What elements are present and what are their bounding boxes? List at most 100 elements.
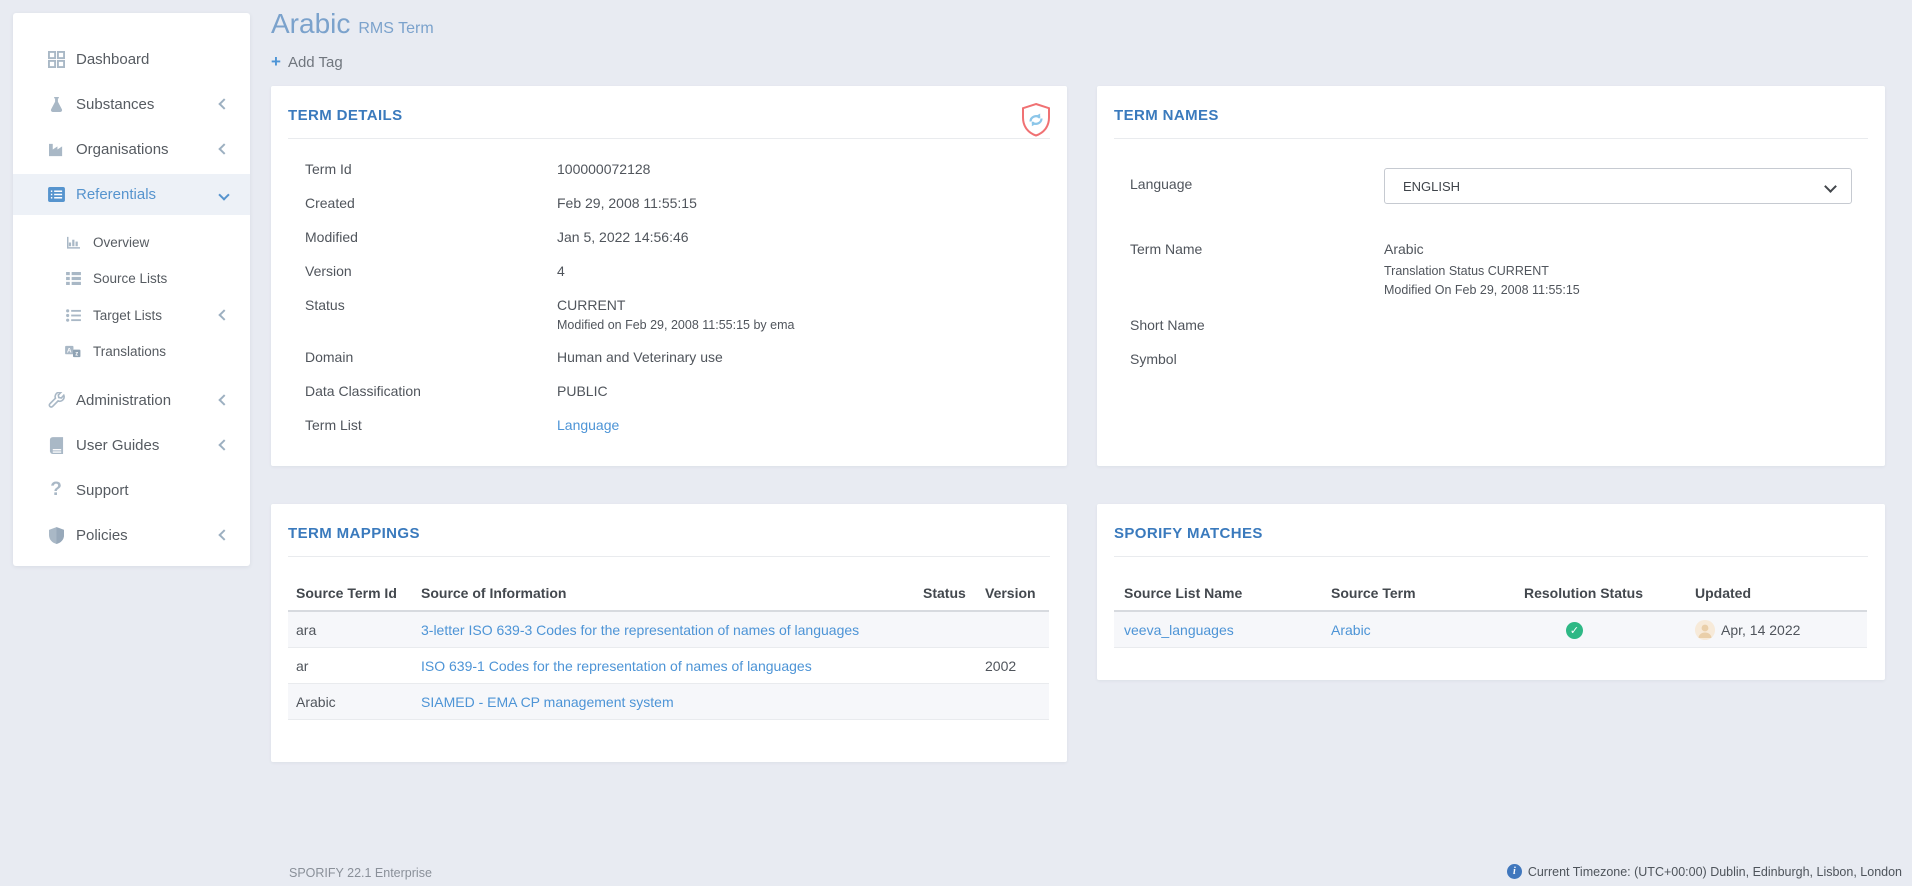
divider <box>288 556 1050 557</box>
sidebar-item-substances[interactable]: Substances <box>13 86 250 122</box>
sporify-matches-heading: SPORIFY MATCHES <box>1097 504 1885 542</box>
field-status: Status CURRENT Modified on Feb 29, 2008 … <box>271 295 1067 334</box>
sidebar-item-target-lists[interactable]: Target Lists <box>13 297 250 333</box>
user-avatar-icon <box>1695 620 1715 640</box>
chevron-left-icon <box>218 439 229 450</box>
svg-text:z: z <box>75 351 78 357</box>
sidebar-item-label: Substances <box>76 96 154 113</box>
shield-sync-icon[interactable] <box>1019 102 1053 140</box>
field-value: 100000072128 <box>557 159 650 180</box>
sidebar-item-translations[interactable]: Az Translations <box>13 333 250 369</box>
source-term-link[interactable]: Arabic <box>1331 622 1524 638</box>
sidebar-item-referentials[interactable]: Referentials <box>13 174 250 215</box>
sidebar-item-dashboard[interactable]: Dashboard <box>13 41 250 77</box>
version-cell: 2002 <box>983 658 1049 674</box>
sidebar-item-label: Overview <box>93 235 149 250</box>
sidebar-item-label: Dashboard <box>76 51 149 68</box>
translation-status: Translation Status CURRENT <box>1384 262 1580 281</box>
short-name-label: Short Name <box>1130 315 1384 336</box>
dashboard-grid-icon <box>44 51 68 68</box>
field-value: PUBLIC <box>557 381 608 402</box>
list-ul-icon <box>61 309 85 322</box>
source-list-link[interactable]: veeva_languages <box>1114 622 1331 638</box>
bar-chart-icon <box>61 236 85 249</box>
sidebar-item-administration[interactable]: Administration <box>13 382 250 418</box>
source-of-information-link[interactable]: ISO 639-1 Codes for the representation o… <box>413 658 921 674</box>
source-of-information-link[interactable]: SIAMED - EMA CP management system <box>413 694 921 710</box>
plus-icon: + <box>271 52 281 72</box>
field-value: Jan 5, 2022 14:56:46 <box>557 227 689 248</box>
chevron-left-icon <box>218 309 229 320</box>
table-row: ar ISO 639-1 Codes for the representatio… <box>288 648 1049 684</box>
column-header: Status <box>921 585 983 601</box>
source-term-id-cell: ar <box>288 658 413 674</box>
sidebar-item-label: Source Lists <box>93 271 167 286</box>
field-label: Term List <box>305 415 557 436</box>
term-details-heading: TERM DETAILS <box>271 86 1067 124</box>
symbol-row: Symbol <box>1097 349 1885 370</box>
list-alt-icon <box>44 187 68 202</box>
term-title: Arabic <box>271 8 350 39</box>
term-type-badge: RMS Term <box>358 20 433 37</box>
chevron-left-icon <box>218 394 229 405</box>
term-names-card: TERM NAMES Language ENGLISH Term Name Ar… <box>1097 86 1885 466</box>
svg-text:A: A <box>67 347 72 354</box>
field-label: Version <box>305 261 557 282</box>
column-header: Source Term <box>1331 585 1524 601</box>
term-name-value-group: Arabic Translation Status CURRENT Modifi… <box>1384 239 1580 300</box>
sporify-matches-header-row: Source List Name Source Term Resolution … <box>1114 577 1867 612</box>
wrench-icon <box>44 392 68 409</box>
shield-icon <box>44 527 68 544</box>
language-label: Language <box>1130 174 1384 195</box>
add-tag-button[interactable]: + Add Tag <box>271 52 343 72</box>
resolved-check-icon: ✓ <box>1566 622 1583 639</box>
modified-on: Modified On Feb 29, 2008 11:55:15 <box>1384 281 1580 300</box>
field-version: Version 4 <box>271 261 1067 282</box>
divider <box>1114 556 1868 557</box>
field-created: Created Feb 29, 2008 11:55:15 <box>271 193 1067 214</box>
language-icon: Az <box>61 345 85 358</box>
sidebar-item-source-lists[interactable]: Source Lists <box>13 260 250 296</box>
sidebar: Dashboard Substances Organisations Refer… <box>13 13 250 566</box>
source-of-information-link[interactable]: 3-letter ISO 639-3 Codes for the represe… <box>413 622 921 638</box>
language-select[interactable]: ENGLISH <box>1384 168 1852 204</box>
column-header: Version <box>983 585 1049 601</box>
table-row: ara 3-letter ISO 639-3 Codes for the rep… <box>288 612 1049 648</box>
sidebar-item-user-guides[interactable]: User Guides <box>13 427 250 463</box>
field-term-list: Term List Language <box>271 415 1067 436</box>
field-label: Created <box>305 193 557 214</box>
sidebar-item-label: Organisations <box>76 141 169 158</box>
term-details-card: TERM DETAILS Term Id 100000072128 Create… <box>271 86 1067 466</box>
divider <box>1114 138 1868 139</box>
term-list-link[interactable]: Language <box>557 415 619 436</box>
source-term-id-cell: Arabic <box>288 694 413 710</box>
term-mappings-heading: TERM MAPPINGS <box>271 504 1067 542</box>
sidebar-item-organisations[interactable]: Organisations <box>13 131 250 167</box>
language-selected-value: ENGLISH <box>1403 176 1460 197</box>
source-term-id-cell: ara <box>288 622 413 638</box>
book-icon <box>44 437 68 454</box>
field-term-id: Term Id 100000072128 <box>271 159 1067 180</box>
sidebar-item-policies[interactable]: Policies <box>13 517 250 553</box>
timezone-text: Current Timezone: (UTC+00:00) Dublin, Ed… <box>1528 865 1902 879</box>
updated-cell: Apr, 14 2022 <box>1695 620 1867 640</box>
field-label: Status <box>305 295 557 316</box>
column-header: Updated <box>1695 585 1867 601</box>
column-header: Source Term Id <box>288 585 413 601</box>
sidebar-item-overview[interactable]: Overview <box>13 224 250 260</box>
table-row: Arabic SIAMED - EMA CP management system <box>288 684 1049 720</box>
sidebar-item-label: User Guides <box>76 437 159 454</box>
sidebar-item-support[interactable]: ? Support <box>13 472 250 508</box>
field-value: 4 <box>557 261 565 282</box>
field-value: Human and Veterinary use <box>557 347 723 368</box>
sidebar-item-label: Referentials <box>76 186 156 203</box>
chevron-down-icon <box>218 189 229 200</box>
field-subtext: Modified on Feb 29, 2008 11:55:15 by ema <box>557 316 794 334</box>
field-label: Data Classification <box>305 381 557 402</box>
sporify-matches-card: SPORIFY MATCHES Source List Name Source … <box>1097 504 1885 680</box>
add-tag-label: Add Tag <box>288 54 343 71</box>
resolution-status-cell: ✓ <box>1524 621 1695 639</box>
column-header: Resolution Status <box>1524 585 1695 601</box>
term-name-row: Term Name Arabic Translation Status CURR… <box>1097 239 1885 300</box>
field-value: CURRENT <box>557 295 794 316</box>
